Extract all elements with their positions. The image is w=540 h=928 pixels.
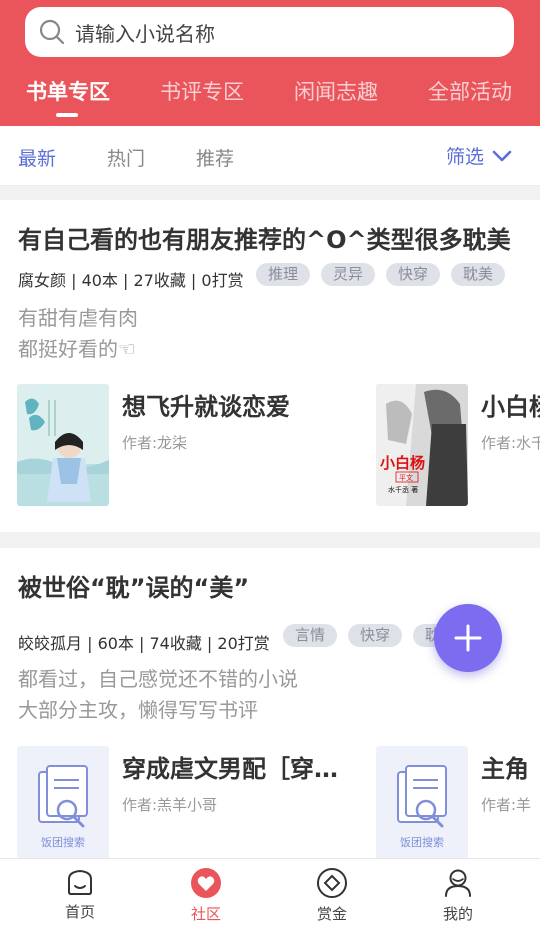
nav-community[interactable]: 社区 bbox=[166, 867, 246, 924]
book-author: 作者:羔羊小哥 bbox=[122, 796, 218, 814]
booklist-title: 有自己看的也有朋友推荐的^O^类型很多耽美 bbox=[18, 226, 511, 254]
description-line: 大部分主攻，懒得写写书评 bbox=[18, 698, 258, 722]
tag-list: 推理 灵异 快穿 耽美 bbox=[256, 263, 506, 286]
tab-reviews[interactable]: 书评专区 bbox=[160, 76, 244, 106]
nav-label: 首页 bbox=[64, 903, 95, 921]
heart-icon bbox=[191, 868, 221, 898]
search-input[interactable]: 请输入小说名称 bbox=[75, 18, 215, 47]
book-author: 作者:羊 bbox=[481, 796, 532, 814]
tag[interactable]: 推理 bbox=[256, 263, 311, 286]
top-header: 请输入小说名称 书单专区 书评专区 闲闻志趣 全部活动 bbox=[0, 0, 540, 126]
nav-label: 社区 bbox=[190, 905, 221, 923]
community-screen: 请输入小说名称 书单专区 书评专区 闲闻志趣 全部活动 最新 热门 推荐 筛选 … bbox=[0, 0, 540, 928]
sort-hot[interactable]: 热门 bbox=[107, 144, 145, 171]
section-tabs: 书单专区 书评专区 闲闻志趣 全部活动 bbox=[0, 70, 540, 120]
nav-bounty[interactable]: 赏金 bbox=[292, 867, 372, 924]
tab-activities[interactable]: 全部活动 bbox=[428, 76, 512, 106]
plus-icon bbox=[454, 624, 482, 652]
booklist-meta: 腐女颜 | 40本 | 27收藏 | 0打赏 bbox=[18, 271, 244, 290]
book-cover bbox=[17, 384, 109, 506]
description-line: 都看过，自己感觉还不错的小说 bbox=[18, 667, 298, 691]
booklist-meta: 皎皎孤月 | 60本 | 74收藏 | 20打赏 bbox=[18, 634, 270, 653]
bottom-navigation: 首页 社区 赏金 我的 bbox=[0, 858, 540, 928]
nav-home[interactable]: 首页 bbox=[40, 867, 120, 922]
user-icon bbox=[445, 869, 471, 897]
cover-placeholder-text: 饭团搜索 bbox=[41, 835, 85, 849]
book-name: 小白杨 bbox=[481, 393, 540, 421]
book-item[interactable]: 想飞升就谈恋爱 作者:龙柒 bbox=[17, 384, 290, 506]
sort-latest[interactable]: 最新 bbox=[18, 144, 56, 171]
sort-recommended[interactable]: 推荐 bbox=[196, 144, 234, 171]
tab-booklists[interactable]: 书单专区 bbox=[26, 76, 110, 106]
nav-label: 赏金 bbox=[316, 905, 347, 923]
tag[interactable]: 灵异 bbox=[321, 263, 376, 286]
filter-label: 筛选 bbox=[445, 146, 484, 168]
filter-button[interactable]: 筛选 bbox=[446, 142, 512, 169]
book-name: 穿成虐文男配［穿书］ bbox=[122, 755, 354, 783]
book-cover: 饭团搜索 bbox=[17, 746, 109, 868]
tag[interactable]: 耽美 bbox=[451, 263, 506, 286]
book-author: 作者:水千丞 bbox=[481, 434, 540, 452]
nav-profile[interactable]: 我的 bbox=[418, 867, 498, 924]
home-icon bbox=[68, 869, 92, 895]
booklist-card[interactable]: 被世俗“耽”误的“美” 皎皎孤月 | 60本 | 74收藏 | 20打赏 言情 … bbox=[0, 548, 540, 868]
cover-title: 小白杨 bbox=[380, 454, 425, 472]
description-line: 都挺好看的☜ bbox=[18, 337, 136, 361]
search-bar[interactable]: 请输入小说名称 bbox=[25, 7, 514, 57]
cover-author: 水千丞 著 bbox=[388, 485, 418, 494]
book-author: 作者:龙柒 bbox=[122, 434, 188, 452]
tab-gossip[interactable]: 闲闻志趣 bbox=[294, 76, 378, 106]
chevron-down-icon bbox=[492, 150, 512, 161]
booklist-card[interactable]: 有自己看的也有朋友推荐的^O^类型很多耽美 腐女颜 | 40本 | 27收藏 |… bbox=[0, 200, 540, 532]
tag[interactable]: 快穿 bbox=[348, 624, 403, 647]
book-cover: 饭团搜索 bbox=[376, 746, 468, 868]
book-item[interactable]: 小白杨 平文 水千丞 著 小白杨 作者:水千丞 bbox=[376, 384, 540, 506]
tag[interactable]: 言情 bbox=[283, 624, 338, 647]
book-name: 想飞升就谈恋爱 bbox=[122, 393, 290, 421]
booklist-description: 有甜有虐有肉 都挺好看的☜ bbox=[18, 303, 138, 365]
book-item[interactable]: 饭团搜索 主角 作者:羊 bbox=[376, 746, 531, 868]
active-tab-indicator bbox=[56, 113, 78, 117]
book-cover: 小白杨 平文 水千丞 著 bbox=[376, 384, 468, 506]
nav-label: 我的 bbox=[442, 905, 473, 923]
cover-subtitle: 平文 bbox=[399, 473, 413, 482]
description-line: 有甜有虐有肉 bbox=[18, 306, 138, 330]
booklist-title: 被世俗“耽”误的“美” bbox=[18, 574, 250, 602]
create-post-button[interactable] bbox=[434, 604, 502, 672]
sort-filter-bar: 最新 热门 推荐 筛选 bbox=[0, 126, 540, 186]
tag[interactable]: 快穿 bbox=[386, 263, 441, 286]
search-icon bbox=[39, 19, 65, 45]
diamond-coin-icon bbox=[317, 868, 347, 898]
book-name: 主角 bbox=[481, 755, 529, 783]
book-item[interactable]: 饭团搜索 穿成虐文男配［穿书］ 作者:羔羊小哥 bbox=[17, 746, 354, 868]
booklist-description: 都看过，自己感觉还不错的小说 大部分主攻，懒得写写书评 bbox=[18, 664, 298, 726]
cover-placeholder-text: 饭团搜索 bbox=[400, 835, 444, 849]
